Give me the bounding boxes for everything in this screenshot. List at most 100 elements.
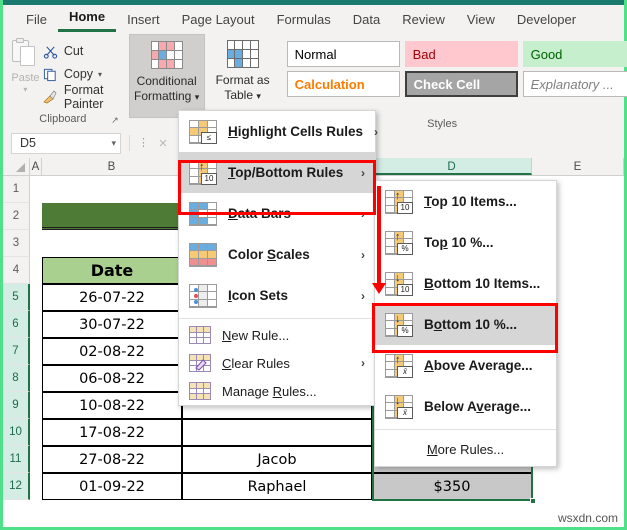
cell-b9[interactable]: 10-08-22 xyxy=(42,392,182,419)
row-header-10[interactable]: 10 xyxy=(3,419,30,446)
cell-b1[interactable] xyxy=(42,176,182,203)
conditional-formatting-button[interactable]: Conditional Formatting ▾ xyxy=(128,34,205,118)
copy-label: Copy xyxy=(63,67,94,81)
menu-item-color-scales[interactable]: Color Scales › xyxy=(179,234,375,275)
color-scales-icon xyxy=(189,242,217,267)
cell-b12[interactable]: 01-09-22 xyxy=(42,473,182,500)
row-header-7[interactable]: 7 xyxy=(3,338,30,365)
row-header-9[interactable]: 9 xyxy=(3,392,30,419)
cell-a3[interactable] xyxy=(30,230,42,257)
cell-a10[interactable] xyxy=(30,419,42,446)
cell-style-normal[interactable]: Normal xyxy=(286,41,400,67)
cell-b5[interactable]: 26-07-22 xyxy=(42,284,182,311)
menu-divider xyxy=(179,318,375,319)
row-header-4[interactable]: 4 xyxy=(3,257,30,284)
cell-a8[interactable] xyxy=(30,365,42,392)
menu-item-top-bottom-rules[interactable]: ↑ 10 Top/Bottom Rules › xyxy=(179,152,375,193)
tab-file[interactable]: File xyxy=(15,9,58,32)
watermark: wsxdn.com xyxy=(557,511,618,525)
name-box-chevron-down-icon[interactable]: ▾ xyxy=(111,138,116,149)
conditional-formatting-chevron-down-icon[interactable]: ▾ xyxy=(195,92,200,102)
column-header-d[interactable]: D xyxy=(372,158,532,175)
cell-style-explanatory[interactable]: Explanatory ... xyxy=(522,71,627,97)
submenu-item-above-average[interactable]: ↑ x̄ Above Average... xyxy=(375,345,556,386)
cell-b11[interactable]: 27-08-22 xyxy=(42,446,182,473)
below-average-badge: x̄ xyxy=(397,406,413,419)
menu-item-highlight-cells-rules[interactable]: ≤ Highlight Cells Rules › xyxy=(179,111,378,152)
menu-item-icon-sets[interactable]: Icon Sets › xyxy=(179,275,375,316)
clipboard-dialog-launcher-icon[interactable]: ↗ xyxy=(111,115,119,126)
name-box[interactable]: D5 ▾ xyxy=(11,132,121,154)
cell-d12[interactable]: $350 xyxy=(372,473,532,500)
cell-a7[interactable] xyxy=(30,338,42,365)
cell-b8[interactable]: 06-08-22 xyxy=(42,365,182,392)
cell-style-check-cell[interactable]: Check Cell xyxy=(404,71,518,97)
cell-style-bad[interactable]: Bad xyxy=(404,41,518,67)
cell-b3[interactable] xyxy=(42,230,182,257)
select-all-corner[interactable] xyxy=(3,158,30,175)
tab-developer[interactable]: Developer xyxy=(506,9,587,32)
submenu-item-below-average[interactable]: ↓ x̄ Below Average... xyxy=(375,386,556,427)
menu-item-data-bars[interactable]: Data Bars › xyxy=(179,193,375,234)
menu-item-manage-rules[interactable]: Manage Rules... xyxy=(179,377,375,405)
cell-a12[interactable] xyxy=(30,473,42,500)
cancel-formula-icon[interactable]: × xyxy=(148,132,178,154)
tab-review[interactable]: Review xyxy=(391,9,456,32)
row-header-3[interactable]: 3 xyxy=(3,230,30,257)
tab-insert[interactable]: Insert xyxy=(116,9,171,32)
cell-a9[interactable] xyxy=(30,392,42,419)
row-header-1[interactable]: 1 xyxy=(3,176,30,203)
submenu-item-bottom-10-items[interactable]: ↓ 10 Bottom 10 Items... xyxy=(375,263,556,304)
column-header-e[interactable]: E xyxy=(532,158,624,175)
formula-bar-more-icon[interactable]: ⋮ xyxy=(138,138,149,149)
copy-button[interactable]: Copy ▾ xyxy=(42,64,117,84)
cell-b10[interactable]: 17-08-22 xyxy=(42,419,182,446)
paste-button[interactable]: Paste ▾ xyxy=(9,36,42,94)
tab-data[interactable]: Data xyxy=(342,9,391,32)
paste-chevron-down-icon[interactable]: ▾ xyxy=(23,86,27,94)
selection-fill-handle[interactable] xyxy=(530,498,536,504)
cut-button[interactable]: Cut xyxy=(42,41,117,61)
tab-page-layout[interactable]: Page Layout xyxy=(171,9,266,32)
cell-b7[interactable]: 02-08-22 xyxy=(42,338,182,365)
row-header-8[interactable]: 8 xyxy=(3,365,30,392)
cell-style-good[interactable]: Good xyxy=(522,41,627,67)
cell-c12[interactable]: Raphael xyxy=(182,473,372,500)
row-header-5[interactable]: 5 xyxy=(3,284,30,311)
submenu-item-top-10-items[interactable]: ↑ 10 Top 10 Items... xyxy=(375,181,556,222)
cell-a2[interactable] xyxy=(30,203,42,230)
submenu-item-top-10-items-label-rest: op 10 Items... xyxy=(431,194,517,209)
format-painter-button[interactable]: Format Painter xyxy=(42,83,117,111)
column-header-b[interactable]: B xyxy=(42,158,182,175)
menu-item-new-rule[interactable]: New Rule... xyxy=(179,321,375,349)
cell-c11[interactable]: Jacob xyxy=(182,446,372,473)
submenu-item-bottom-10-percent[interactable]: ↓ % Bottom 10 %... xyxy=(375,304,556,345)
menu-item-highlight-cells-rules-label-rest: ighlight Cells Rules xyxy=(237,124,364,139)
format-as-table-chevron-down-icon[interactable]: ▾ xyxy=(256,91,261,101)
cell-style-calculation[interactable]: Calculation xyxy=(286,71,400,97)
cell-a11[interactable] xyxy=(30,446,42,473)
cell-a5[interactable] xyxy=(30,284,42,311)
column-b-header-cell[interactable]: Date xyxy=(42,257,182,284)
tab-formulas[interactable]: Formulas xyxy=(266,9,342,32)
row-header-6[interactable]: 6 xyxy=(3,311,30,338)
row-header-12[interactable]: 12 xyxy=(3,473,30,500)
submenu-item-more-rules[interactable]: More Rules... xyxy=(375,432,556,466)
cell-a6[interactable] xyxy=(30,311,42,338)
cell-e12[interactable] xyxy=(532,473,624,500)
tab-view[interactable]: View xyxy=(456,9,506,32)
cut-label: Cut xyxy=(63,44,84,58)
format-as-table-button[interactable]: Format as Table ▾ xyxy=(205,34,281,118)
submenu-item-top-10-percent[interactable]: ↑ % Top 10 %... xyxy=(375,222,556,263)
cell-c10[interactable] xyxy=(182,419,372,446)
cell-a4[interactable] xyxy=(30,257,42,284)
cell-a1[interactable] xyxy=(30,176,42,203)
formula-bar-divider xyxy=(129,135,130,151)
row-header-11[interactable]: 11 xyxy=(3,446,30,473)
tab-home[interactable]: Home xyxy=(57,6,117,32)
menu-item-clear-rules[interactable]: Clear Rules › xyxy=(179,349,375,377)
copy-chevron-down-icon[interactable]: ▾ xyxy=(98,70,102,79)
column-header-a[interactable]: A xyxy=(30,158,42,175)
cell-b6[interactable]: 30-07-22 xyxy=(42,311,182,338)
row-header-2[interactable]: 2 xyxy=(3,203,30,230)
